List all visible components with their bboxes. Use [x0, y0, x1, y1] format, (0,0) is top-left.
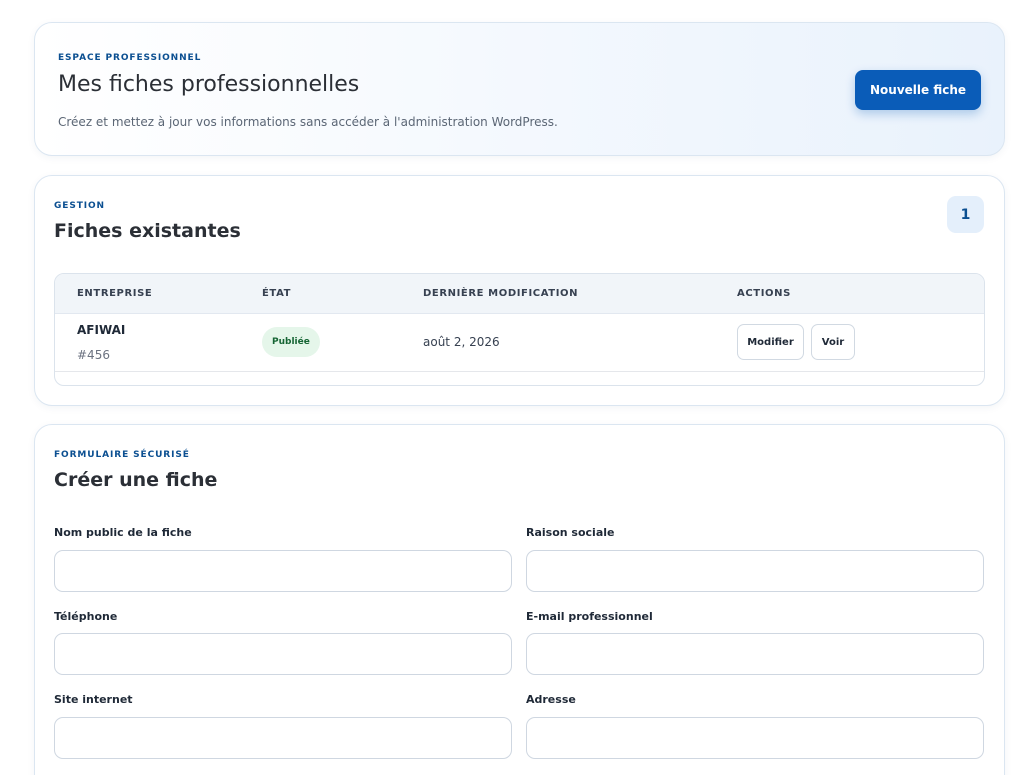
company-name-input[interactable] [526, 550, 984, 592]
website-input[interactable] [54, 717, 512, 759]
phone-label: Téléphone [54, 610, 118, 623]
hero-card: ESPACE PROFESSIONNEL Mes fiches professi… [34, 22, 1005, 156]
email-label: E-mail professionnel [526, 610, 653, 623]
phone-input[interactable] [54, 633, 512, 675]
email-input[interactable] [526, 633, 984, 675]
form-title: Créer une fiche [54, 469, 218, 491]
website-label: Site internet [54, 693, 133, 706]
form-eyebrow: FORMULAIRE SÉCURISÉ [54, 450, 190, 460]
public-name-label: Nom public de la fiche [54, 526, 192, 539]
address-label: Adresse [526, 693, 576, 706]
listings-card: GESTION Fiches existantes 1 ENTREPRISE É… [34, 175, 1005, 406]
view-button[interactable]: Voir [811, 324, 855, 360]
create-form-card: FORMULAIRE SÉCURISÉ Créer une fiche Nom … [34, 424, 1005, 775]
hero-eyebrow: ESPACE PROFESSIONNEL [58, 53, 202, 63]
page-title: Mes fiches professionnelles [58, 72, 360, 97]
column-header-actions: ACTIONS [737, 288, 791, 299]
listings-table: ENTREPRISE ÉTAT DERNIÈRE MODIFICATION AC… [54, 273, 985, 386]
page-subtitle: Créez et mettez à jour vos informations … [58, 115, 558, 129]
new-listing-button[interactable]: Nouvelle fiche [855, 70, 981, 110]
page: ESPACE PROFESSIONNEL Mes fiches professi… [0, 0, 1024, 775]
column-header-status: ÉTAT [262, 288, 292, 299]
column-header-company: ENTREPRISE [77, 288, 153, 299]
public-name-input[interactable] [54, 550, 512, 592]
table-row: AFIWAI #456 Publiée août 2, 2026 Modifie… [55, 314, 984, 372]
table-header: ENTREPRISE ÉTAT DERNIÈRE MODIFICATION AC… [55, 274, 984, 314]
company-name: AFIWAI [77, 323, 126, 337]
listing-id: #456 [77, 348, 110, 362]
listings-count-badge: 1 [947, 196, 984, 233]
address-input[interactable] [526, 717, 984, 759]
listings-eyebrow: GESTION [54, 201, 105, 211]
status-badge: Publiée [262, 327, 320, 357]
company-name-label: Raison sociale [526, 526, 615, 539]
listings-title: Fiches existantes [54, 220, 241, 242]
column-header-modified: DERNIÈRE MODIFICATION [423, 288, 579, 299]
last-modified-date: août 2, 2026 [423, 335, 500, 349]
edit-button[interactable]: Modifier [737, 324, 804, 360]
